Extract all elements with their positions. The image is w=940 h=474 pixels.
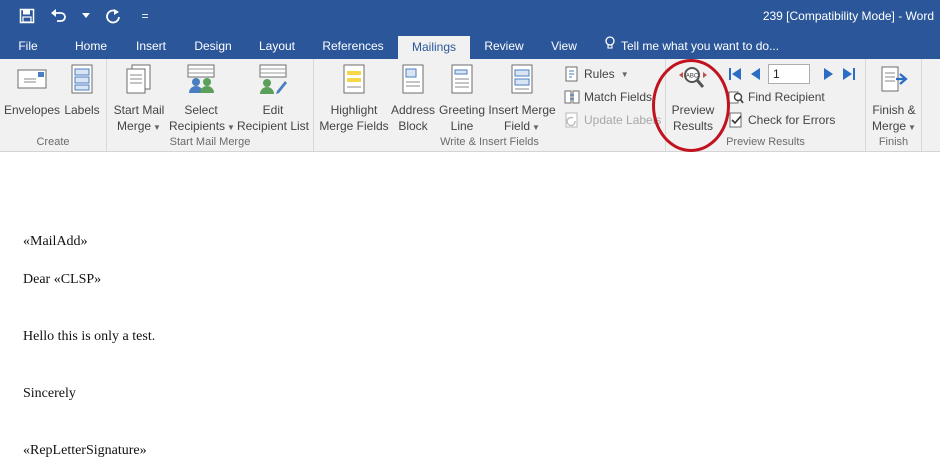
- labels-button[interactable]: Labels: [62, 63, 102, 118]
- save-icon[interactable]: [18, 7, 36, 25]
- update-labels-button[interactable]: Update Labels: [564, 110, 661, 130]
- group-label-start-mail-merge: Start Mail Merge: [169, 136, 251, 148]
- ribbon-tabs: File Home Insert Design Layout Reference…: [0, 34, 940, 59]
- group-label-create: Create: [36, 136, 70, 148]
- start-mail-merge-button[interactable]: Start Mail Merge ▼: [111, 63, 167, 136]
- merge-field-mailadd[interactable]: «MailAdd»: [23, 234, 88, 250]
- insert-field-icon: [511, 64, 533, 94]
- check-errors-icon: [729, 112, 742, 128]
- address-block-icon: [402, 64, 424, 94]
- greeting-line-icon: [451, 64, 473, 94]
- tab-view[interactable]: View: [544, 34, 584, 59]
- ribbon: Envelopes Labels Create Start Mail Merge…: [0, 59, 940, 152]
- finish-and-merge-button[interactable]: Finish & Merge ▼: [868, 63, 920, 136]
- document-title: 239 [Compatibility Mode] - Word: [762, 9, 934, 23]
- body-line[interactable]: Hello this is only a test.: [23, 329, 155, 345]
- group-label-preview-results: Preview Results: [726, 136, 805, 148]
- group-label-write-insert: Write & Insert Fields: [440, 136, 539, 148]
- group-create: Envelopes Labels Create: [0, 59, 107, 151]
- last-record-icon[interactable]: [842, 67, 856, 81]
- tab-home[interactable]: Home: [70, 34, 112, 59]
- labels-icon: [71, 64, 93, 94]
- tab-layout[interactable]: Layout: [254, 34, 300, 59]
- finish-merge-icon: [881, 66, 908, 92]
- tell-me-label: Tell me what you want to do...: [621, 39, 780, 53]
- record-number-input[interactable]: [768, 64, 810, 84]
- first-record-icon[interactable]: [728, 67, 742, 81]
- redo-icon[interactable]: [104, 7, 122, 25]
- highlight-merge-fields-button[interactable]: Highlight Merge Fields: [318, 63, 390, 134]
- lightbulb-icon: [604, 34, 616, 59]
- address-block-button[interactable]: Address Block: [390, 63, 436, 134]
- greeting-line-button[interactable]: Greeting Line: [438, 63, 486, 134]
- edit-recipient-list-button[interactable]: Edit Recipient List: [235, 63, 311, 134]
- rules-button[interactable]: Rules ▼: [564, 64, 629, 84]
- find-recipient-icon: [728, 91, 744, 104]
- preview-results-button[interactable]: ABC Preview Results: [666, 63, 720, 134]
- merge-field-signature[interactable]: «RepLetterSignature»: [23, 443, 147, 459]
- closing-line[interactable]: Sincerely: [23, 386, 76, 402]
- title-bar: = 239 [Compatibility Mode] - Word: [0, 0, 940, 34]
- chevron-down-icon[interactable]: [82, 7, 90, 25]
- tab-references[interactable]: References: [320, 34, 386, 59]
- tab-design[interactable]: Design: [190, 34, 236, 59]
- tab-review[interactable]: Review: [480, 34, 528, 59]
- group-write-insert-fields: Highlight Merge Fields Address Block Gre…: [314, 59, 666, 151]
- customize-qat-button[interactable]: =: [136, 7, 154, 25]
- update-labels-icon: [565, 112, 578, 128]
- rules-icon: [565, 66, 578, 82]
- magnifier-abc-icon: ABC: [679, 67, 707, 88]
- insert-merge-field-button[interactable]: Insert Merge Field ▼: [486, 63, 558, 136]
- check-for-errors-button[interactable]: Check for Errors: [728, 110, 835, 130]
- previous-record-icon[interactable]: [748, 67, 762, 81]
- select-recipients-button[interactable]: Select Recipients ▼: [169, 63, 235, 136]
- match-fields-icon: [564, 90, 580, 104]
- quick-access-toolbar: =: [18, 6, 154, 26]
- edit-list-icon: [259, 64, 287, 94]
- tell-me-box[interactable]: Tell me what you want to do...: [604, 34, 779, 59]
- document-page[interactable]: «MailAdd» Dear «CLSP» Hello this is only…: [0, 153, 940, 474]
- recipients-icon: [187, 64, 215, 93]
- envelopes-button[interactable]: Envelopes: [4, 63, 60, 118]
- tab-mailings[interactable]: Mailings: [398, 36, 470, 59]
- undo-icon[interactable]: [50, 7, 68, 25]
- group-start-mail-merge: Start Mail Merge ▼ Select Recipients ▼ Edi…: [107, 59, 314, 151]
- document-merge-icon: [126, 64, 151, 94]
- svg-text:ABC: ABC: [686, 74, 699, 80]
- highlight-fields-icon: [343, 64, 365, 94]
- tab-file[interactable]: File: [8, 34, 48, 59]
- record-navigation: [728, 64, 856, 84]
- tab-insert[interactable]: Insert: [130, 34, 172, 59]
- salutation-line[interactable]: Dear «CLSP»: [23, 272, 101, 288]
- group-finish: Finish & Merge ▼ Finish: [866, 59, 922, 151]
- group-label-finish: Finish: [878, 136, 909, 148]
- find-recipient-button[interactable]: Find Recipient: [728, 87, 825, 107]
- next-record-icon[interactable]: [822, 67, 836, 81]
- match-fields-button[interactable]: Match Fields: [564, 87, 652, 107]
- envelope-icon: [17, 69, 47, 89]
